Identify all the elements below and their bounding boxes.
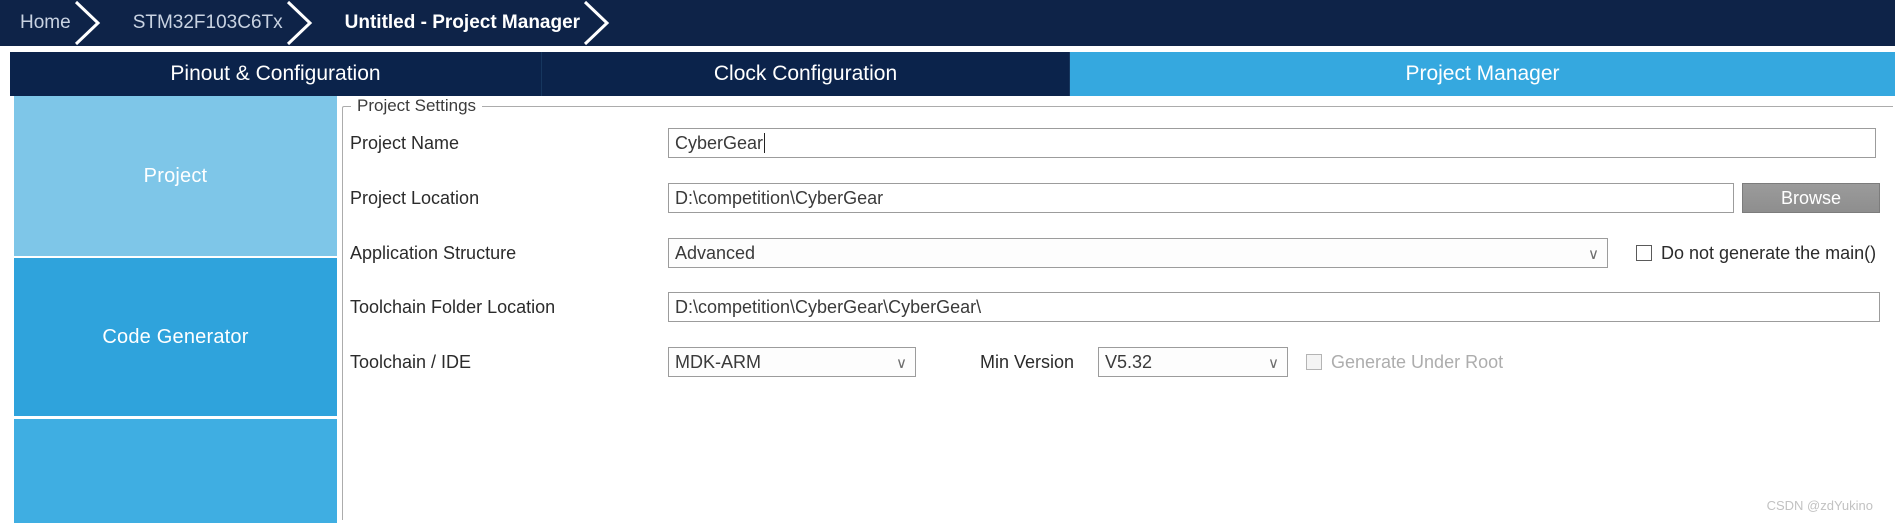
application-structure-value: Advanced xyxy=(675,242,756,263)
do-not-generate-main-checkbox[interactable]: Do not generate the main() xyxy=(1636,238,1876,268)
generate-under-root-checkbox: Generate Under Root xyxy=(1306,347,1503,377)
checkbox-box xyxy=(1306,354,1322,370)
toolchain-folder-location-label: Toolchain Folder Location xyxy=(350,296,556,317)
project-location-input[interactable]: D:\competition\CyberGear xyxy=(668,183,1734,213)
project-manager-panel: Project Settings Project Name CyberGear … xyxy=(340,96,1895,523)
min-version-select[interactable]: V5.32 ∨ xyxy=(1098,347,1288,377)
project-name-value: CyberGear xyxy=(675,132,764,153)
application-structure-select[interactable]: Advanced ∨ xyxy=(668,238,1608,268)
generate-under-root-label: Generate Under Root xyxy=(1331,351,1504,372)
application-structure-label: Application Structure xyxy=(350,242,517,263)
chevron-down-icon: ∨ xyxy=(1268,355,1279,372)
project-location-label: Project Location xyxy=(350,187,480,208)
tab-clock-configuration[interactable]: Clock Configuration xyxy=(542,52,1070,96)
sidebar-item-code-generator[interactable]: Code Generator xyxy=(14,256,337,416)
row-toolchain-ide: Toolchain / IDE MDK-ARM ∨ Min Version V5… xyxy=(350,347,1890,377)
chevron-right-icon xyxy=(581,0,615,46)
sidebar: Project Code Generator xyxy=(14,96,337,523)
sidebar-item-advanced-settings[interactable] xyxy=(14,416,337,523)
row-project-location: Project Location D:\competition\CyberGea… xyxy=(350,183,1890,213)
toolchain-ide-value: MDK-ARM xyxy=(675,351,761,372)
project-name-label: Project Name xyxy=(350,132,460,153)
project-location-value: D:\competition\CyberGear xyxy=(675,187,884,208)
sidebar-item-label: Code Generator xyxy=(102,325,249,348)
breadcrumb-item-mcu[interactable]: STM32F103C6Tx xyxy=(105,0,317,46)
browse-button[interactable]: Browse xyxy=(1742,183,1880,213)
toolchain-ide-label: Toolchain / IDE xyxy=(350,351,472,372)
min-version-label: Min Version xyxy=(980,351,1075,372)
tab-label: Clock Configuration xyxy=(713,62,898,85)
watermark: CSDN @zdYukino xyxy=(1766,498,1873,513)
browse-label: Browse xyxy=(1780,187,1842,208)
chevron-down-icon: ∨ xyxy=(1588,246,1599,263)
project-settings-title: Project Settings xyxy=(351,96,483,116)
row-project-name: Project Name CyberGear xyxy=(350,128,1890,158)
sidebar-item-project[interactable]: Project xyxy=(14,96,337,256)
row-toolchain-folder-location: Toolchain Folder Location D:\competition… xyxy=(350,292,1890,322)
breadcrumb-label: STM32F103C6Tx xyxy=(132,12,283,33)
do-not-generate-main-label: Do not generate the main() xyxy=(1661,242,1877,263)
checkbox-box xyxy=(1636,245,1652,261)
min-version-value: V5.32 xyxy=(1105,351,1153,372)
chevron-right-icon xyxy=(72,0,106,46)
sidebar-item-label: Project xyxy=(143,164,208,187)
tab-label: Project Manager xyxy=(1405,62,1560,85)
main-tab-bar: Pinout & Configuration Clock Configurati… xyxy=(10,52,1895,96)
chevron-down-icon: ∨ xyxy=(896,355,907,372)
breadcrumb-item-home[interactable]: Home xyxy=(0,0,105,46)
toolchain-folder-location-value: D:\competition\CyberGear\CyberGear\ xyxy=(675,296,982,317)
tab-label: Pinout & Configuration xyxy=(170,62,381,85)
breadcrumb: Home STM32F103C6Tx Untitled - Project Ma… xyxy=(0,0,1895,46)
tab-pinout-configuration[interactable]: Pinout & Configuration xyxy=(10,52,542,96)
breadcrumb-label: Home xyxy=(20,12,71,33)
row-application-structure: Application Structure Advanced ∨ Do not … xyxy=(350,238,1890,268)
toolchain-folder-location-input[interactable]: D:\competition\CyberGear\CyberGear\ xyxy=(668,292,1880,322)
breadcrumb-label: Untitled - Project Manager xyxy=(344,12,581,33)
chevron-right-icon xyxy=(284,0,318,46)
tab-project-manager[interactable]: Project Manager xyxy=(1070,52,1895,96)
project-name-input[interactable]: CyberGear xyxy=(668,128,1876,158)
breadcrumb-item-current[interactable]: Untitled - Project Manager xyxy=(317,0,614,46)
text-caret xyxy=(764,133,766,153)
toolchain-ide-select[interactable]: MDK-ARM ∨ xyxy=(668,347,916,377)
